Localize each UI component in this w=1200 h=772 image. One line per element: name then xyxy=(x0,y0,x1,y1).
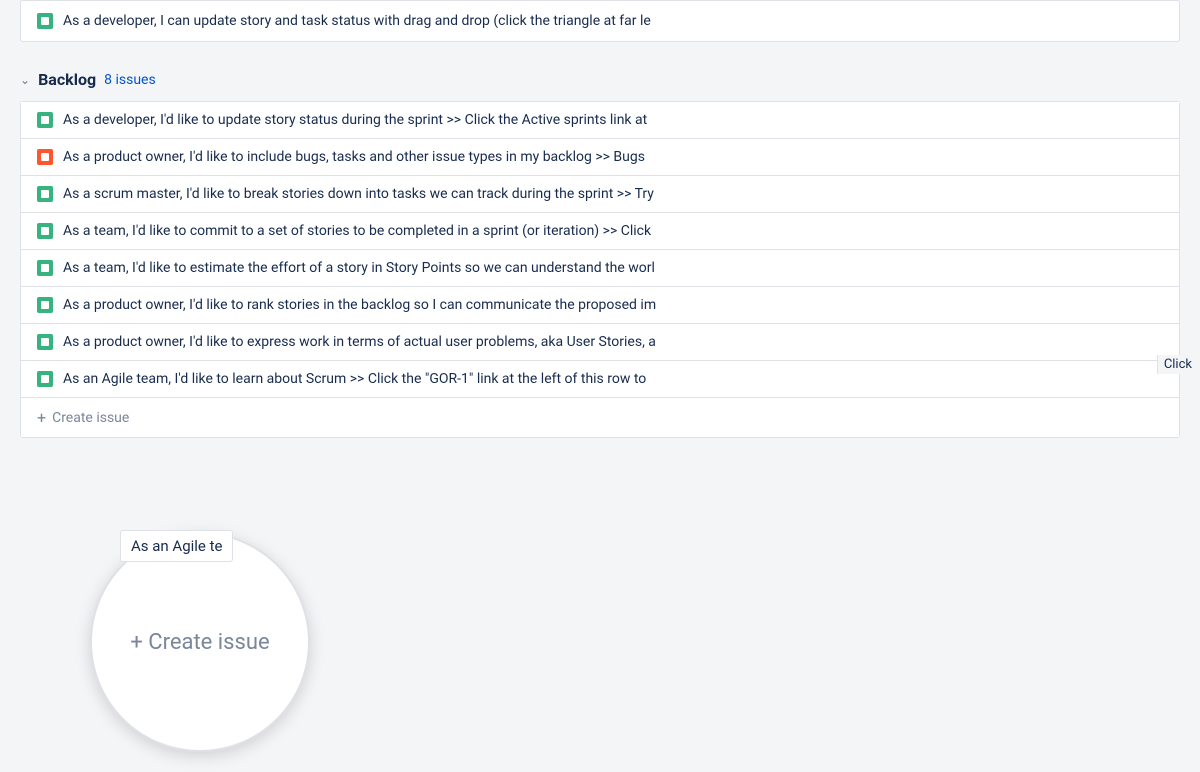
tooltip-overlay: As an Agile te xyxy=(120,530,233,562)
backlog-count: 8 issues xyxy=(104,72,156,88)
main-container: As a developer, I can update story and t… xyxy=(0,0,1200,772)
issue-row[interactable]: As a product owner, I'd like to include … xyxy=(21,139,1179,176)
issue-text: As a team, I'd like to estimate the effo… xyxy=(63,260,655,276)
issue-row[interactable]: As a team, I'd like to estimate the effo… xyxy=(21,250,1179,287)
issue-text: As an Agile team, I'd like to learn abou… xyxy=(63,371,646,387)
issue-text: As a product owner, I'd like to express … xyxy=(63,334,656,350)
top-issue-row[interactable]: As a developer, I can update story and t… xyxy=(20,0,1180,42)
story-icon xyxy=(37,334,53,350)
callout-content: + Create issue xyxy=(110,610,289,675)
click-label: Click xyxy=(1157,355,1198,374)
backlog-title: Backlog xyxy=(38,70,96,89)
story-icon xyxy=(37,112,53,128)
issue-row[interactable]: As an Agile team, I'd like to learn abou… xyxy=(21,361,1179,398)
callout-bubble[interactable]: + Create issue xyxy=(90,532,310,752)
backlog-section-header: ⌄ Backlog 8 issues xyxy=(0,50,1200,101)
create-issue-plus-icon: + xyxy=(37,408,46,427)
issue-row[interactable]: As a team, I'd like to commit to a set o… xyxy=(21,213,1179,250)
create-issue-row[interactable]: + Create issue xyxy=(21,398,1179,437)
issue-row[interactable]: As a developer, I'd like to update story… xyxy=(21,102,1179,139)
issue-text: As a scrum master, I'd like to break sto… xyxy=(63,186,654,202)
issue-row[interactable]: As a product owner, I'd like to express … xyxy=(21,324,1179,361)
story-icon-top xyxy=(37,13,53,29)
callout-plus-icon: + xyxy=(130,630,148,655)
story-icon xyxy=(37,260,53,276)
issues-list: As a developer, I'd like to update story… xyxy=(20,101,1180,438)
bug-icon xyxy=(37,149,53,165)
chevron-down-icon[interactable]: ⌄ xyxy=(20,73,30,87)
issue-row[interactable]: As a product owner, I'd like to rank sto… xyxy=(21,287,1179,324)
top-issue-text: As a developer, I can update story and t… xyxy=(63,13,651,29)
tooltip-text: As an Agile te xyxy=(131,537,222,555)
issue-row[interactable]: As a scrum master, I'd like to break sto… xyxy=(21,176,1179,213)
story-icon xyxy=(37,371,53,387)
issue-text: As a product owner, I'd like to include … xyxy=(63,149,645,165)
callout-create-label: Create issue xyxy=(148,630,269,655)
story-icon xyxy=(37,186,53,202)
create-issue-label: Create issue xyxy=(52,410,129,426)
issue-text: As a product owner, I'd like to rank sto… xyxy=(63,297,656,313)
story-icon xyxy=(37,297,53,313)
story-icon xyxy=(37,223,53,239)
issue-text: As a team, I'd like to commit to a set o… xyxy=(63,223,651,239)
issue-text: As a developer, I'd like to update story… xyxy=(63,112,647,128)
